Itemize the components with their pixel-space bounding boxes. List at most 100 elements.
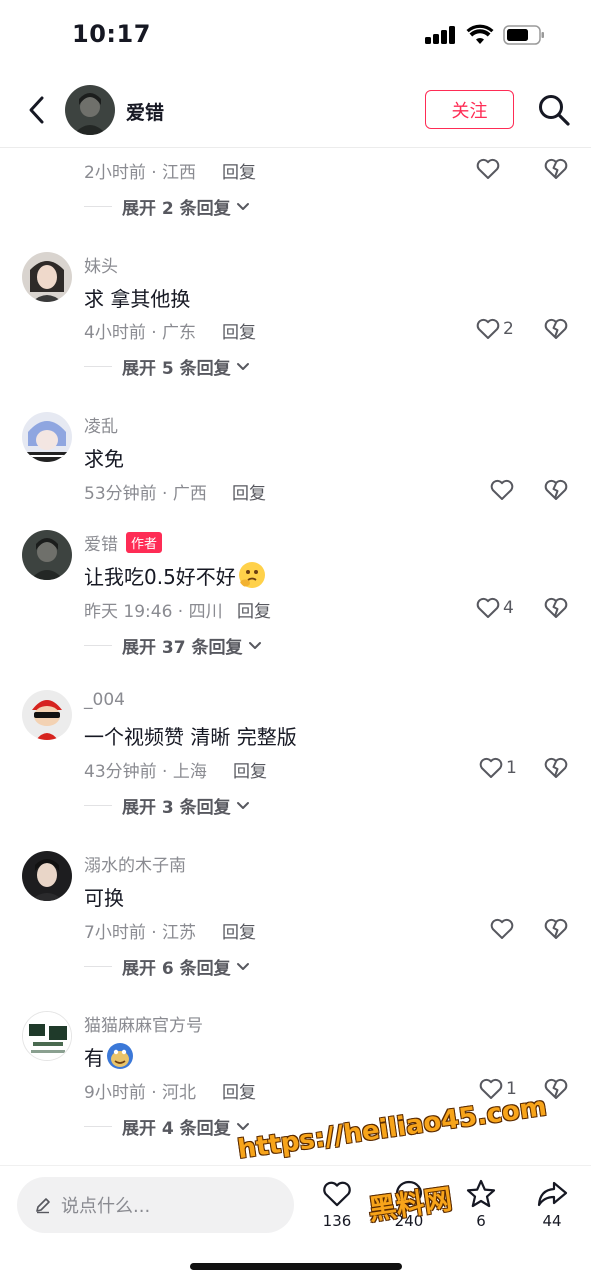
reply-button[interactable]: 回复: [233, 757, 267, 782]
blue-face-emoji-icon: [107, 1043, 133, 1069]
expand-replies-button[interactable]: 展开 37 条回复: [84, 633, 263, 658]
top-nav-bar: 爱错 关注: [0, 80, 591, 148]
chevron-down-icon: [236, 963, 249, 970]
cellular-signal-icon: [425, 26, 457, 44]
heart-icon: [490, 479, 514, 500]
reply-button[interactable]: 回复: [237, 597, 271, 622]
share-icon: [537, 1181, 568, 1207]
commenter-avatar[interactable]: [22, 690, 72, 740]
like-count: 4: [503, 598, 514, 618]
like-button[interactable]: [475, 155, 523, 183]
expand-replies-label: 展开 5 条回复: [122, 358, 231, 379]
commenter-name-text: 爱错: [84, 535, 118, 555]
commenter-name[interactable]: _004: [84, 690, 125, 710]
comment-item: 猫猫麻麻官方号 有 9小时前 · 河北 回复 1 展开 4 条回复: [0, 1008, 591, 1158]
commenter-name[interactable]: 爱错 作者: [84, 530, 163, 555]
chevron-down-icon: [236, 203, 249, 210]
dislike-icon[interactable]: [543, 755, 569, 781]
heart-icon: [476, 597, 500, 618]
follow-button[interactable]: 关注: [425, 90, 514, 129]
commenter-name[interactable]: 妹头: [84, 252, 118, 277]
back-button[interactable]: [18, 92, 54, 128]
dislike-icon[interactable]: [543, 156, 569, 182]
reply-button[interactable]: 回复: [222, 1078, 256, 1103]
comment-meta: 7小时前 · 江苏: [84, 923, 197, 943]
comment-list[interactable]: 2小时前 · 江西 回复 展开 2 条回复 妹头 求 拿其他换 4小时前 · 广…: [0, 148, 591, 1165]
heart-icon: [490, 918, 514, 939]
expand-replies-label: 展开 6 条回复: [122, 958, 231, 979]
chevron-down-icon: [236, 363, 249, 370]
dislike-icon[interactable]: [543, 916, 569, 942]
dislike-icon[interactable]: [543, 477, 569, 503]
commenter-avatar[interactable]: [22, 851, 72, 901]
pencil-icon: [36, 1198, 50, 1214]
dislike-icon[interactable]: [543, 1076, 569, 1102]
dislike-icon[interactable]: [543, 595, 569, 621]
like-button[interactable]: 1: [478, 754, 526, 782]
commenter-avatar[interactable]: [22, 530, 72, 580]
chevron-left-icon: [29, 96, 44, 124]
reply-button[interactable]: 回复: [232, 479, 266, 504]
user-avatar[interactable]: [65, 85, 115, 135]
star-icon: [466, 1179, 496, 1208]
commenter-name[interactable]: 猫猫麻麻官方号: [84, 1011, 203, 1036]
commenter-name[interactable]: 凌乱: [84, 412, 118, 437]
commenter-name[interactable]: 溺水的木子南: [84, 851, 186, 876]
author-badge: 作者: [126, 532, 163, 553]
like-button[interactable]: [475, 915, 523, 943]
thinking-emoji-icon: [238, 562, 265, 588]
comment-button[interactable]: 240: [384, 1178, 434, 1230]
share-button[interactable]: 44: [527, 1178, 577, 1230]
reply-button[interactable]: 回复: [222, 318, 256, 343]
like-button[interactable]: 2: [475, 315, 523, 343]
comment-item: 凌乱 求免 53分钟前 · 广西 回复: [0, 408, 591, 518]
heart-icon: [479, 1078, 503, 1099]
heart-icon: [479, 757, 503, 778]
like-count: 136: [322, 1212, 352, 1230]
reply-button[interactable]: 回复: [222, 158, 256, 183]
comment-item: _004 一个视频赞 清晰 完整版 43分钟前 · 上海 回复 1 展开 3 条…: [0, 688, 591, 838]
reply-button[interactable]: 回复: [222, 918, 256, 943]
comment-meta: 昨天 19:46 · 四川: [84, 602, 223, 622]
chevron-down-icon: [248, 642, 261, 649]
expand-replies-button[interactable]: 展开 2 条回复: [84, 194, 251, 219]
expand-replies-button[interactable]: 展开 3 条回复: [84, 793, 251, 818]
commenter-avatar[interactable]: [22, 1011, 72, 1061]
heart-icon: [476, 318, 500, 339]
commenter-avatar[interactable]: [22, 252, 72, 302]
home-indicator[interactable]: [190, 1263, 402, 1270]
comment-count: 240: [394, 1212, 424, 1230]
heart-icon: [476, 158, 500, 179]
username[interactable]: 爱错: [126, 98, 164, 125]
like-count: 2: [503, 319, 514, 339]
expand-replies-button[interactable]: 展开 4 条回复: [84, 1114, 251, 1139]
search-icon: [539, 95, 570, 126]
chevron-down-icon: [236, 1123, 249, 1130]
battery-icon: [503, 25, 544, 45]
like-button[interactable]: 4: [475, 594, 523, 622]
comment-meta: 2小时前 · 江西: [84, 163, 197, 183]
favorite-count: 6: [476, 1212, 486, 1230]
bottom-action-bar: 说点什么... 136 240 6 44: [0, 1165, 591, 1280]
heart-icon: [323, 1181, 351, 1207]
expand-replies-button[interactable]: 展开 6 条回复: [84, 954, 251, 979]
comment-text: 一个视频赞 清晰 完整版: [84, 725, 297, 749]
expand-replies-label: 展开 2 条回复: [122, 198, 231, 219]
like-button[interactable]: [475, 476, 523, 504]
comment-text: 求免: [84, 447, 124, 471]
comment-item: 2小时前 · 江西 回复 展开 2 条回复: [0, 148, 591, 238]
comment-text: 有: [84, 1042, 134, 1071]
comment-input[interactable]: 说点什么...: [17, 1177, 294, 1233]
expand-replies-button[interactable]: 展开 5 条回复: [84, 354, 251, 379]
like-button[interactable]: 1: [478, 1075, 526, 1103]
expand-replies-label: 展开 37 条回复: [122, 637, 243, 658]
dislike-icon[interactable]: [543, 316, 569, 342]
commenter-avatar[interactable]: [22, 412, 72, 462]
comment-text: 让我吃0.5好不好: [84, 561, 266, 590]
share-count: 44: [542, 1212, 562, 1230]
favorite-button[interactable]: 6: [456, 1178, 506, 1230]
like-video-button[interactable]: 136: [312, 1178, 362, 1230]
status-time: 10:17: [72, 20, 151, 48]
wifi-icon: [466, 24, 494, 44]
search-button[interactable]: [536, 92, 572, 128]
